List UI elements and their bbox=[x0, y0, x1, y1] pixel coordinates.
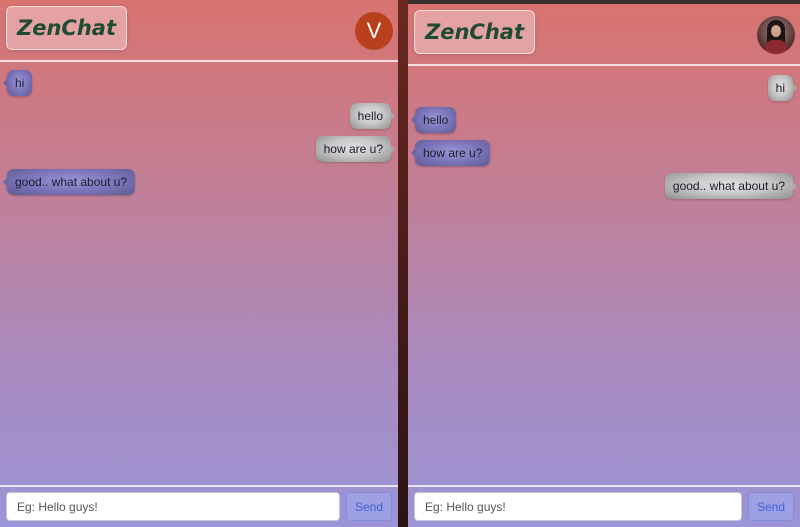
user-avatar[interactable]: V bbox=[355, 12, 393, 50]
app-logo-text: ZenChat bbox=[425, 20, 524, 44]
message-composer: Send bbox=[408, 485, 800, 527]
message-input[interactable] bbox=[414, 492, 742, 521]
message-bubble-received: hi bbox=[2, 70, 33, 96]
user-photo-avatar[interactable] bbox=[757, 16, 795, 54]
message-list: hi hello how are u? good.. what about u? bbox=[408, 68, 800, 483]
avatar-face-shape bbox=[771, 25, 781, 37]
chat-header: ZenChat V bbox=[0, 0, 398, 62]
message-bubble-received: hello bbox=[410, 107, 457, 133]
send-button[interactable]: Send bbox=[748, 492, 794, 521]
message-input[interactable] bbox=[6, 492, 340, 521]
app-logo[interactable]: ZenChat bbox=[414, 10, 535, 54]
app-logo[interactable]: ZenChat bbox=[6, 6, 127, 50]
message-bubble-received: how are u? bbox=[410, 140, 491, 166]
message-bubble-sent: how are u? bbox=[315, 136, 396, 162]
app-logo-text: ZenChat bbox=[17, 16, 116, 40]
message-composer: Send bbox=[0, 485, 398, 527]
message-bubble-received: good.. what about u? bbox=[2, 169, 136, 195]
message-bubble-sent: hello bbox=[349, 103, 396, 129]
window-divider bbox=[398, 0, 408, 527]
message-list: hi hello how are u? good.. what about u? bbox=[0, 64, 398, 483]
message-bubble-sent: hi bbox=[767, 75, 798, 101]
chat-window-right: ZenChat hi hello how are u? good.. what … bbox=[408, 4, 800, 527]
chat-window-left: ZenChat V hi hello how are u? good.. wha… bbox=[0, 0, 398, 527]
chat-header: ZenChat bbox=[408, 4, 800, 66]
avatar-body-shape bbox=[765, 40, 787, 54]
send-button[interactable]: Send bbox=[346, 492, 392, 521]
message-bubble-sent: good.. what about u? bbox=[664, 173, 798, 199]
